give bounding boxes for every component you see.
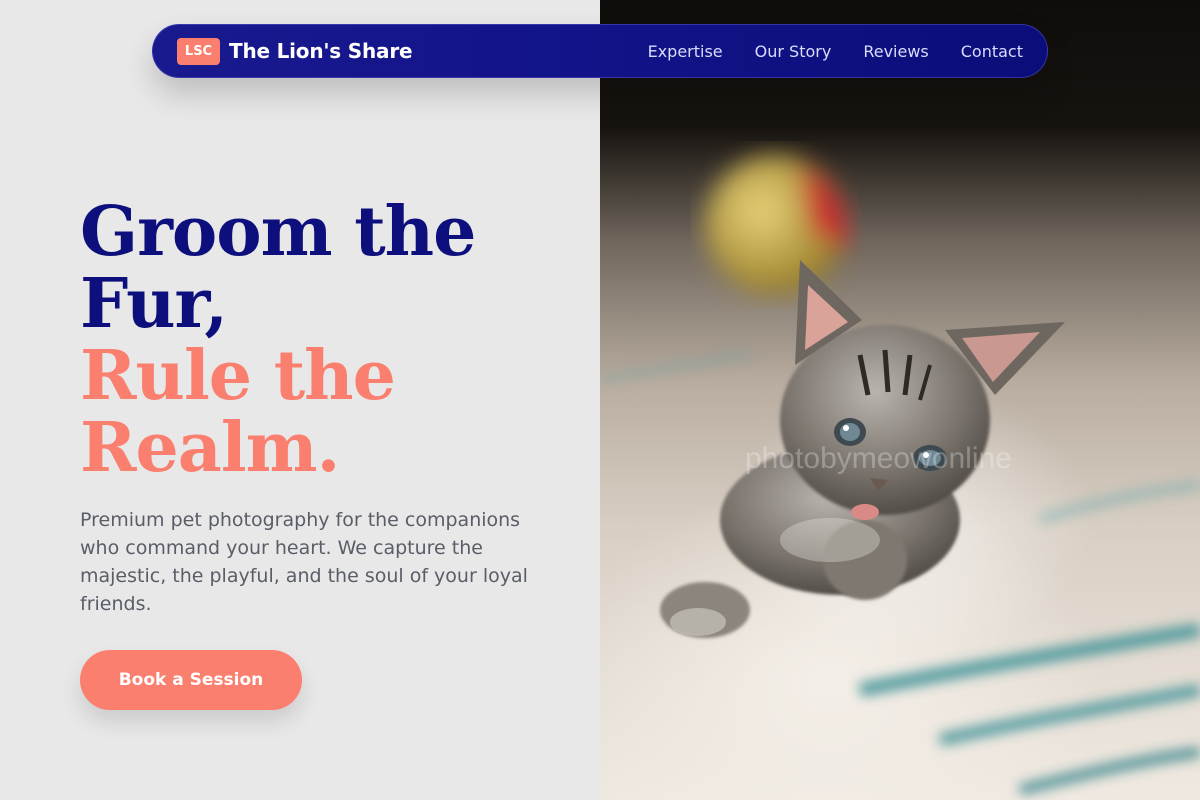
nav-links: Expertise Our Story Reviews Contact [616, 42, 1023, 61]
nav-link-reviews[interactable]: Reviews [863, 42, 928, 61]
toy-ball [705, 155, 848, 295]
hero-section: Groom the Fur, Rule the Realm. Premium p… [0, 0, 600, 800]
headline-line-1: Groom the [80, 192, 476, 272]
headline-line-2: Fur, [80, 264, 228, 344]
headline-line-3: Rule the [80, 336, 396, 416]
photo-watermark: photobymeowonline [745, 442, 1012, 475]
book-session-button[interactable]: Book a Session [80, 650, 302, 710]
hero-headline: Groom the Fur, Rule the Realm. [80, 196, 580, 484]
nav-link-expertise[interactable]: Expertise [648, 42, 723, 61]
kitten-photo: photobymeowonline [600, 155, 1200, 795]
hero-description: Premium pet photography for the companio… [80, 509, 528, 615]
nav-link-contact[interactable]: Contact [961, 42, 1023, 61]
nav-link-our-story[interactable]: Our Story [755, 42, 832, 61]
brand-logo-link[interactable]: LSC The Lion's Share [177, 37, 413, 65]
brand-name: The Lion's Share [229, 39, 413, 63]
logo-badge: LSC [177, 37, 220, 65]
hero-photo: photobymeowonline [600, 0, 1200, 800]
headline-line-4: Realm. [80, 408, 340, 488]
navbar: LSC The Lion's Share Expertise Our Story… [152, 24, 1048, 78]
